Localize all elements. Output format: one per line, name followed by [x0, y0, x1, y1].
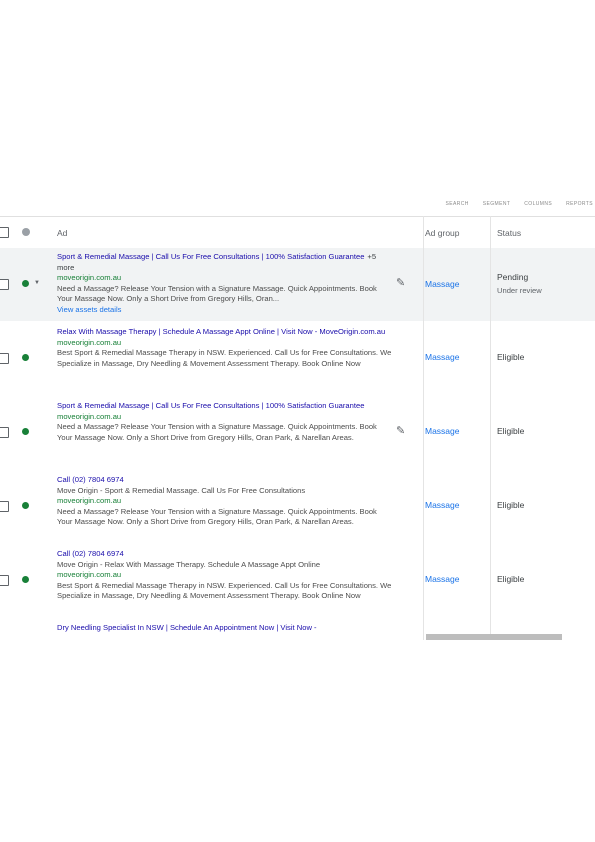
status-dot-header-icon	[22, 228, 30, 236]
ad-group-link[interactable]: Massage	[425, 426, 460, 436]
ad-preview: Sport & Remedial Massage | Call Us For F…	[57, 252, 392, 316]
status-cell: Pending Under review	[497, 271, 542, 297]
table-row[interactable]: ▼ Sport & Remedial Massage | Call Us For…	[0, 248, 595, 322]
reports-button[interactable]: REPORTS	[566, 201, 593, 207]
edit-pencil-icon[interactable]: ✎	[396, 424, 405, 437]
table-row[interactable]: Sport & Remedial Massage | Call Us For F…	[0, 395, 595, 470]
search-button[interactable]: SEARCH	[446, 201, 469, 207]
ads-table-panel: SEARCH SEGMENT COLUMNS REPORTS Ad Ad gro…	[0, 194, 595, 640]
status-text: Pending	[497, 272, 529, 282]
ad-description: Need a Massage? Release Your Tension wit…	[57, 283, 377, 304]
row-checkbox[interactable]	[0, 501, 9, 512]
column-divider	[490, 216, 491, 640]
status-dot-icon	[22, 428, 29, 435]
ad-headline[interactable]: Relax With Massage Therapy | Schedule A …	[57, 327, 392, 338]
ad-url: moveorigin.com.au	[57, 411, 122, 421]
row-checkbox[interactable]	[0, 279, 9, 290]
column-header-ad[interactable]: Ad	[57, 228, 67, 238]
edit-pencil-icon[interactable]: ✎	[396, 276, 405, 289]
ad-url: moveorigin.com.au	[57, 496, 122, 506]
ad-description: Best Sport & Remedial Massage Therapy in…	[57, 580, 392, 601]
ad-preview: Call (02) 7804 6974 Move Origin - Relax …	[57, 549, 392, 602]
ad-url: moveorigin.com.au	[57, 570, 122, 580]
status-text: Eligible	[497, 574, 525, 584]
status-text: Eligible	[497, 352, 525, 362]
columns-button[interactable]: COLUMNS	[524, 201, 552, 207]
ad-preview: Dry Needling Specialist In NSW | Schedul…	[57, 623, 392, 634]
status-text: Eligible	[497, 426, 525, 436]
view-assets-link[interactable]: View assets details	[57, 305, 392, 316]
ad-url: moveorigin.com.au	[57, 337, 122, 347]
ad-preview: Sport & Remedial Massage | Call Us For F…	[57, 401, 392, 443]
ad-headline[interactable]: Call (02) 7804 6974	[57, 475, 392, 486]
ad-headline[interactable]: Sport & Remedial Massage | Call Us For F…	[57, 401, 392, 412]
ad-preview: Call (02) 7804 6974 Move Origin - Sport …	[57, 475, 392, 528]
table-row[interactable]: Call (02) 7804 6974 Move Origin - Relax …	[0, 543, 595, 618]
ad-headline[interactable]: Dry Needling Specialist In NSW | Schedul…	[57, 623, 392, 634]
row-checkbox[interactable]	[0, 575, 9, 586]
ad-group-link[interactable]: Massage	[425, 352, 460, 362]
column-header-status[interactable]: Status	[497, 228, 521, 238]
status-dot-icon	[22, 502, 29, 509]
ad-group-link[interactable]: Massage	[425, 279, 460, 289]
ad-description: Need a Massage? Release Your Tension wit…	[57, 422, 377, 442]
status-dot-icon	[22, 354, 29, 361]
table-toolbar: SEARCH SEGMENT COLUMNS REPORTS	[446, 201, 593, 207]
ad-preview: Relax With Massage Therapy | Schedule A …	[57, 327, 392, 369]
column-header-ad-group[interactable]: Ad group	[425, 228, 460, 238]
table-header: Ad Ad group Status	[0, 216, 595, 250]
ad-group-link[interactable]: Massage	[425, 574, 460, 584]
table-row[interactable]: Relax With Massage Therapy | Schedule A …	[0, 321, 595, 396]
row-checkbox[interactable]	[0, 353, 9, 364]
status-subtext: Under review	[497, 286, 542, 295]
status-text: Eligible	[497, 500, 525, 510]
ad-url: moveorigin.com.au	[57, 273, 122, 283]
ad-line2: Move Origin - Sport & Remedial Massage. …	[57, 485, 306, 495]
ad-group-link[interactable]: Massage	[425, 500, 460, 510]
ad-headline[interactable]: Call (02) 7804 6974	[57, 549, 392, 560]
ad-line2: Move Origin - Relax With Massage Therapy…	[57, 559, 321, 569]
table-row[interactable]: Call (02) 7804 6974 Move Origin - Sport …	[0, 469, 595, 544]
status-dot-icon	[22, 576, 29, 583]
select-all-checkbox[interactable]	[0, 227, 9, 238]
chevron-down-icon[interactable]: ▼	[34, 280, 40, 286]
ad-description: Need a Massage? Release Your Tension wit…	[57, 506, 377, 527]
status-dot-icon	[22, 280, 29, 287]
ad-description: Best Sport & Remedial Massage Therapy in…	[57, 348, 392, 368]
row-checkbox[interactable]	[0, 427, 9, 438]
segment-button[interactable]: SEGMENT	[483, 201, 511, 207]
horizontal-scrollbar[interactable]	[426, 634, 562, 640]
column-divider	[423, 216, 424, 640]
ad-headline[interactable]: Sport & Remedial Massage | Call Us For F…	[57, 252, 364, 261]
